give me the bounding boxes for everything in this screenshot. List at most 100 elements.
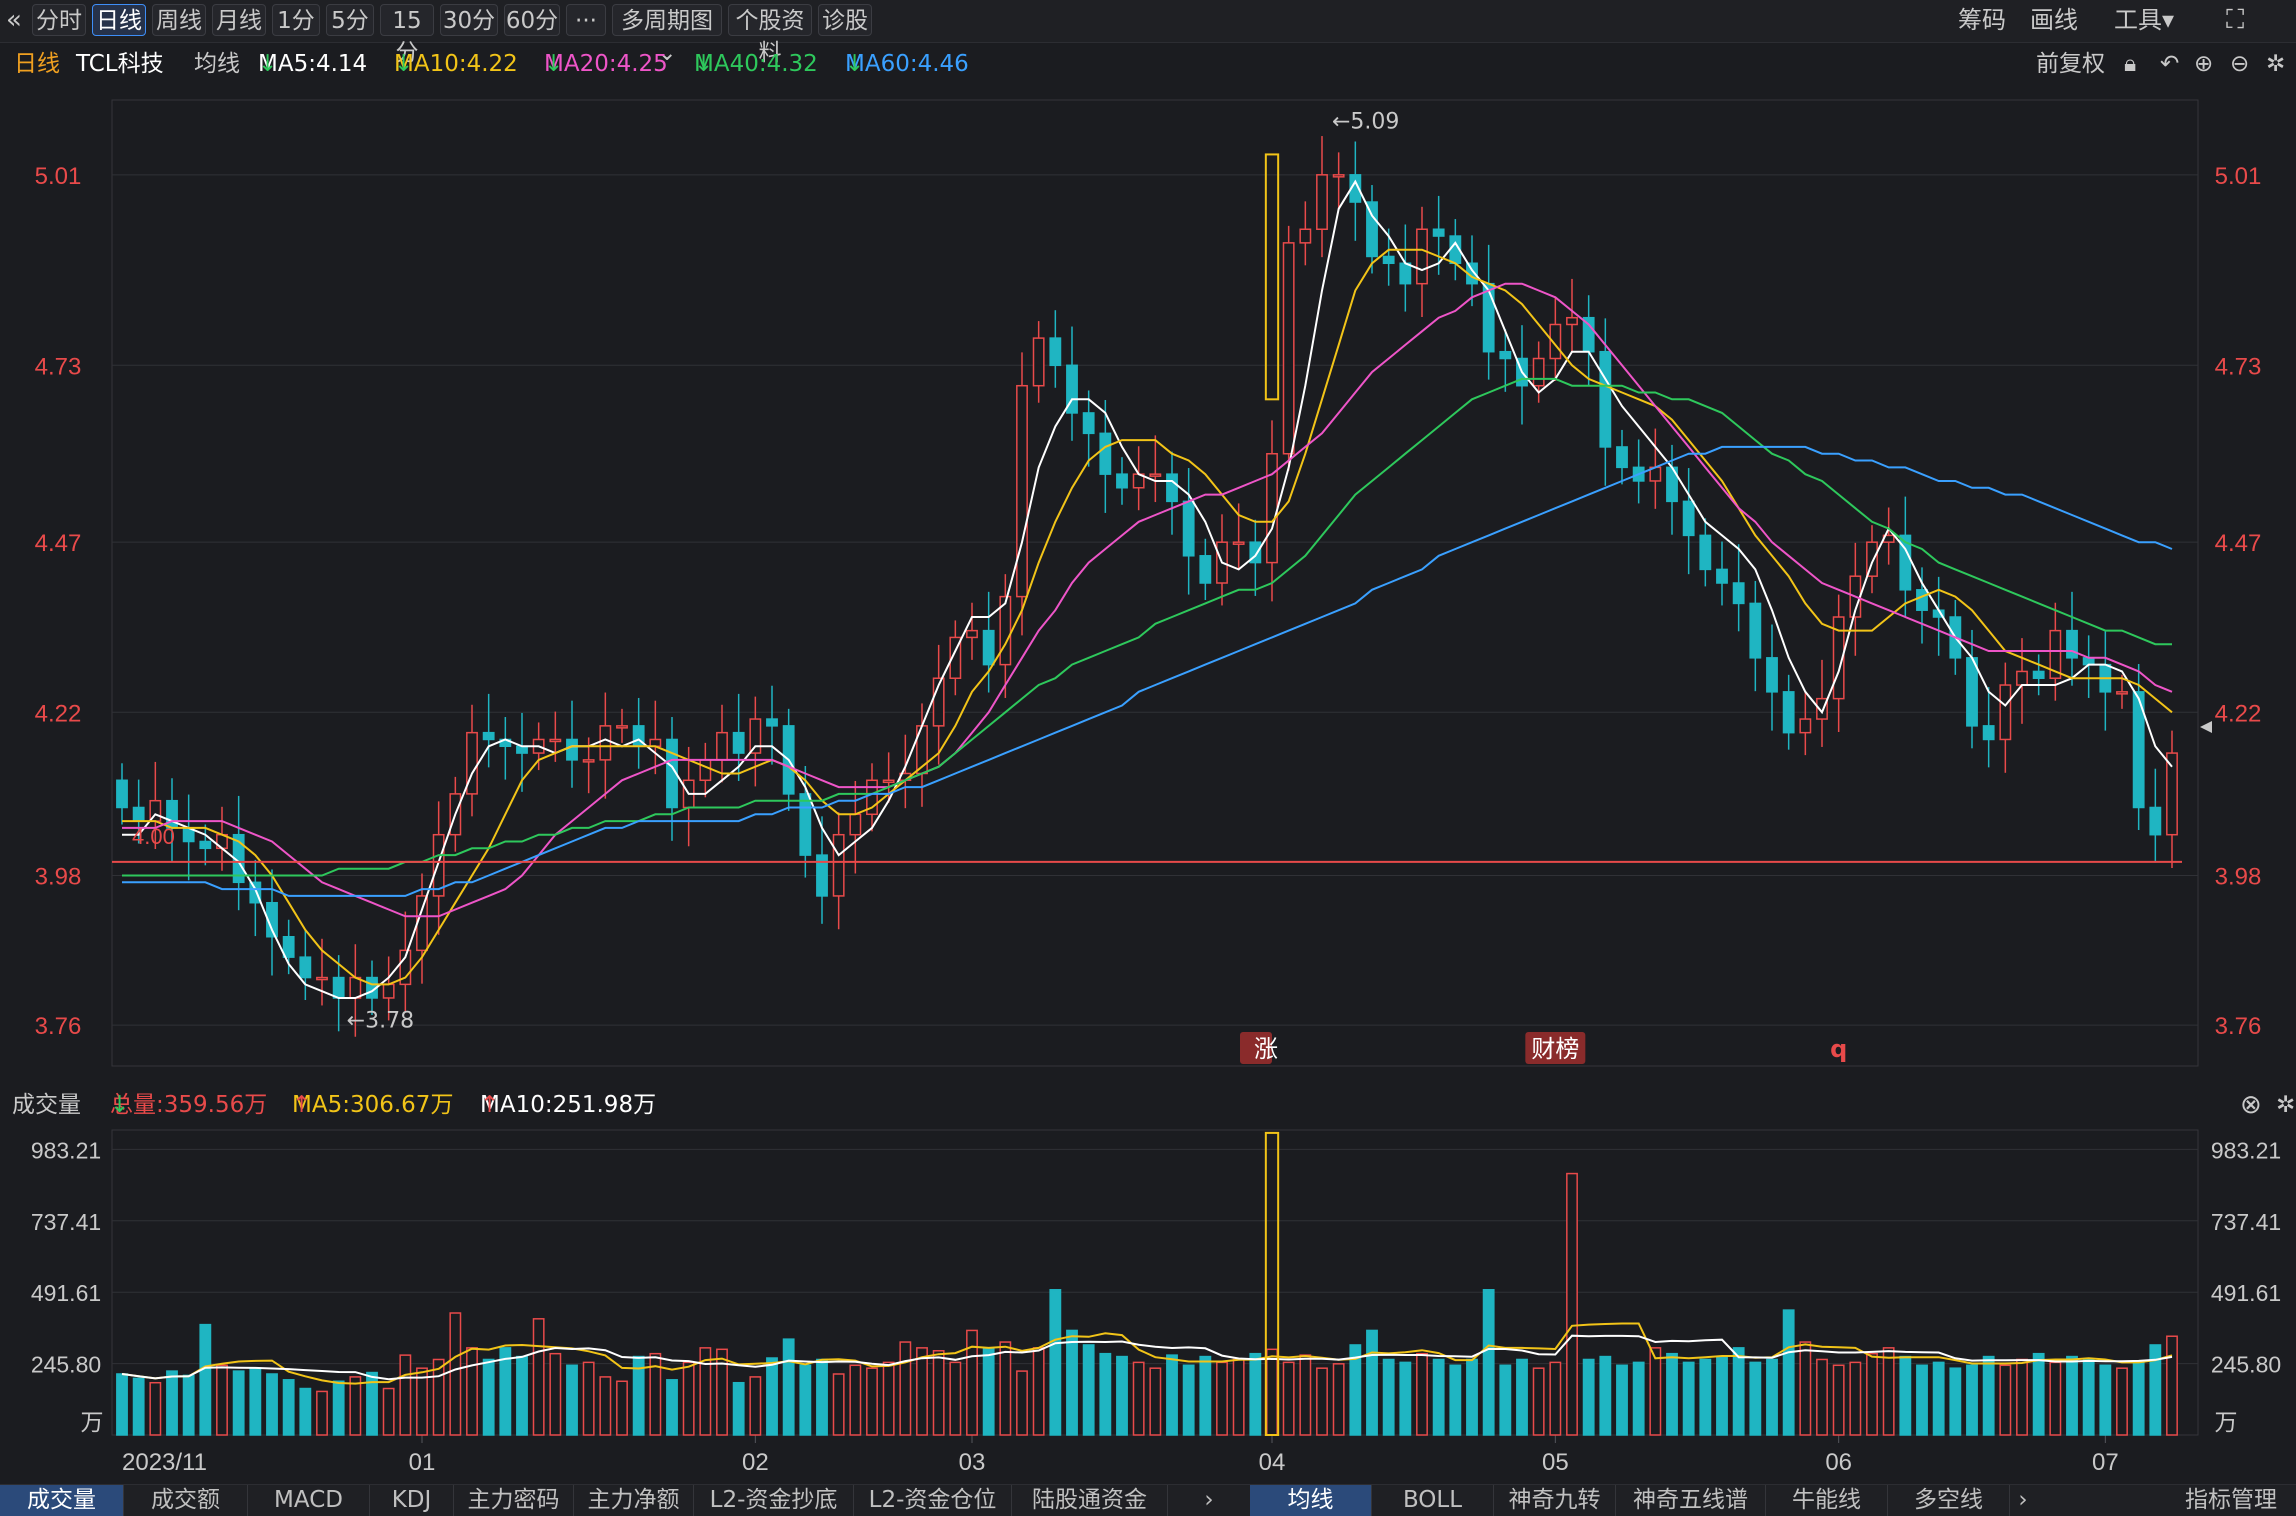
- volume-bar: [166, 1370, 178, 1436]
- candle-body: [282, 935, 295, 958]
- overlay-tab-5[interactable]: 多空线: [1888, 1485, 2010, 1516]
- volume-bar: [1382, 1358, 1395, 1436]
- candle-body: [649, 738, 662, 748]
- event-highlight-candle: [1264, 153, 1280, 401]
- volume-bar: [1849, 1361, 1862, 1436]
- candle-body: [599, 725, 612, 761]
- overlay-tab-2[interactable]: 神奇九转: [1494, 1485, 1616, 1516]
- volume-bar: [1232, 1358, 1245, 1436]
- volume-bar: [249, 1367, 262, 1436]
- volume-bar: [1899, 1355, 1912, 1436]
- volume-bar: [532, 1318, 545, 1436]
- price-tick-right: 3.98: [2215, 864, 2262, 891]
- overlay-tab-4[interactable]: 牛能线: [1766, 1485, 1888, 1516]
- current-price-arrow: [2200, 721, 2212, 733]
- date-label: 06: [1825, 1449, 1852, 1476]
- indicator-tab-3[interactable]: KDJ: [370, 1485, 454, 1516]
- indicator-manage-button[interactable]: 指标管理: [2166, 1485, 2296, 1516]
- price-tick-left: 4.73: [35, 353, 82, 380]
- volume-bar: [1316, 1367, 1328, 1436]
- volume-bar: [482, 1358, 495, 1436]
- indicator-tab-5[interactable]: 主力净额: [574, 1485, 694, 1516]
- arrow-down-icon: ↓: [110, 1092, 130, 1118]
- volume-bar: [599, 1376, 612, 1436]
- candle-body: [582, 759, 595, 763]
- candle-body: [1232, 541, 1245, 545]
- candle-body: [1082, 412, 1095, 435]
- candle-body: [1332, 174, 1345, 178]
- candle-body: [1432, 228, 1445, 237]
- volume-bar: [1716, 1355, 1728, 1436]
- date-label: 07: [2092, 1449, 2119, 1476]
- overlay-tab-3[interactable]: 神奇五线谱: [1616, 1485, 1766, 1516]
- candle-body: [1399, 262, 1412, 285]
- volume-bar: [2132, 1361, 2145, 1436]
- candle-body: [732, 731, 745, 754]
- price-tick-left: 3.76: [35, 1013, 82, 1040]
- indicator-tabs-bar: 成交量 成交额 MACD KDJ 主力密码 主力净额 L2-资金抄底 L2-资金仓位 陆股通资金…: [0, 1484, 2296, 1516]
- volume-bar: [2116, 1367, 2128, 1436]
- volume-unit-left: 万: [81, 1410, 104, 1436]
- chevron-right-icon[interactable]: ›: [2010, 1485, 2036, 1516]
- volume-bar: [1832, 1364, 1845, 1436]
- volume-bar: [899, 1341, 912, 1436]
- volume-bar: [1649, 1347, 1662, 1436]
- indicator-tab-0[interactable]: 成交量: [0, 1485, 124, 1516]
- volume-bar: [1482, 1289, 1495, 1436]
- volume-bar: [916, 1347, 928, 1436]
- volume-bar: [549, 1352, 562, 1436]
- date-label: 03: [959, 1449, 986, 1476]
- annotations: 4.00 ←5.09 ←3.78 涨 财榜 q: [112, 109, 2212, 1437]
- indicator-tab-7[interactable]: L2-资金仓位: [854, 1485, 1012, 1516]
- candle-body: [1382, 255, 1395, 265]
- date-label: 05: [1542, 1449, 1569, 1476]
- candle-body: [1416, 228, 1428, 285]
- volume-bar: [832, 1373, 845, 1436]
- indicator-tab-2[interactable]: MACD: [248, 1485, 370, 1516]
- volume-label[interactable]: 成交量: [12, 1085, 81, 1125]
- candle-body: [2066, 629, 2078, 659]
- volume-bar: [1799, 1341, 1812, 1436]
- volume-bar: [1866, 1352, 1878, 1436]
- volume-bar: [982, 1347, 995, 1436]
- volume-bar: [1399, 1361, 1412, 1436]
- volume-bar: [999, 1341, 1012, 1436]
- price-tick-right: 4.73: [2215, 353, 2262, 380]
- volume-bar: [299, 1387, 312, 1436]
- volume-ma5-line: [121, 1322, 2173, 1385]
- overlay-tab-0[interactable]: 均线: [1250, 1485, 1372, 1516]
- candle-body: [1099, 432, 1112, 475]
- volume-bars: [116, 1172, 2178, 1436]
- volume-bar: [1566, 1172, 1578, 1436]
- arrow-up-icon: ↑: [480, 1092, 500, 1118]
- volume-bar: [1516, 1358, 1528, 1436]
- ma-line-ma60: [122, 445, 2173, 897]
- volume-tick-left: 983.21: [31, 1137, 101, 1163]
- indicator-tab-6[interactable]: L2-资金抄底: [694, 1485, 854, 1516]
- volume-bar: [1299, 1354, 1312, 1436]
- volume-bar: [749, 1376, 762, 1436]
- indicator-tab-4[interactable]: 主力密码: [454, 1485, 574, 1516]
- volume-bar: [582, 1361, 595, 1436]
- kline-chart[interactable]: 5.01 5.01 4.73 4.73 4.47 4.47 4.22 4.22 3.98 3.98…: [0, 0, 2296, 1515]
- candle-body: [1799, 718, 1812, 734]
- candle-body: [1716, 568, 1728, 584]
- volume-bar: [1366, 1329, 1378, 1436]
- candle-body: [2149, 806, 2162, 836]
- overlay-tab-1[interactable]: BOLL: [1372, 1485, 1494, 1516]
- candle-body: [1182, 500, 1195, 557]
- volume-tick-left: 245.80: [31, 1352, 101, 1378]
- volume-bar: [1282, 1361, 1295, 1436]
- indicator-tab-8[interactable]: 陆股通资金: [1012, 1485, 1168, 1516]
- candle-body: [616, 725, 628, 729]
- close-icon[interactable]: ⊗: [2240, 1085, 2262, 1125]
- chevron-right-icon[interactable]: ›: [1196, 1485, 1222, 1516]
- volume-bar: [1032, 1347, 1045, 1436]
- volume-bar: [1499, 1364, 1512, 1436]
- candle-body: [316, 976, 328, 981]
- volume-bar: [866, 1367, 878, 1436]
- candle-body: [766, 718, 778, 727]
- settings-icon[interactable]: ✲: [2276, 1085, 2295, 1125]
- volume-bar: [432, 1358, 445, 1436]
- indicator-tab-1[interactable]: 成交额: [124, 1485, 248, 1516]
